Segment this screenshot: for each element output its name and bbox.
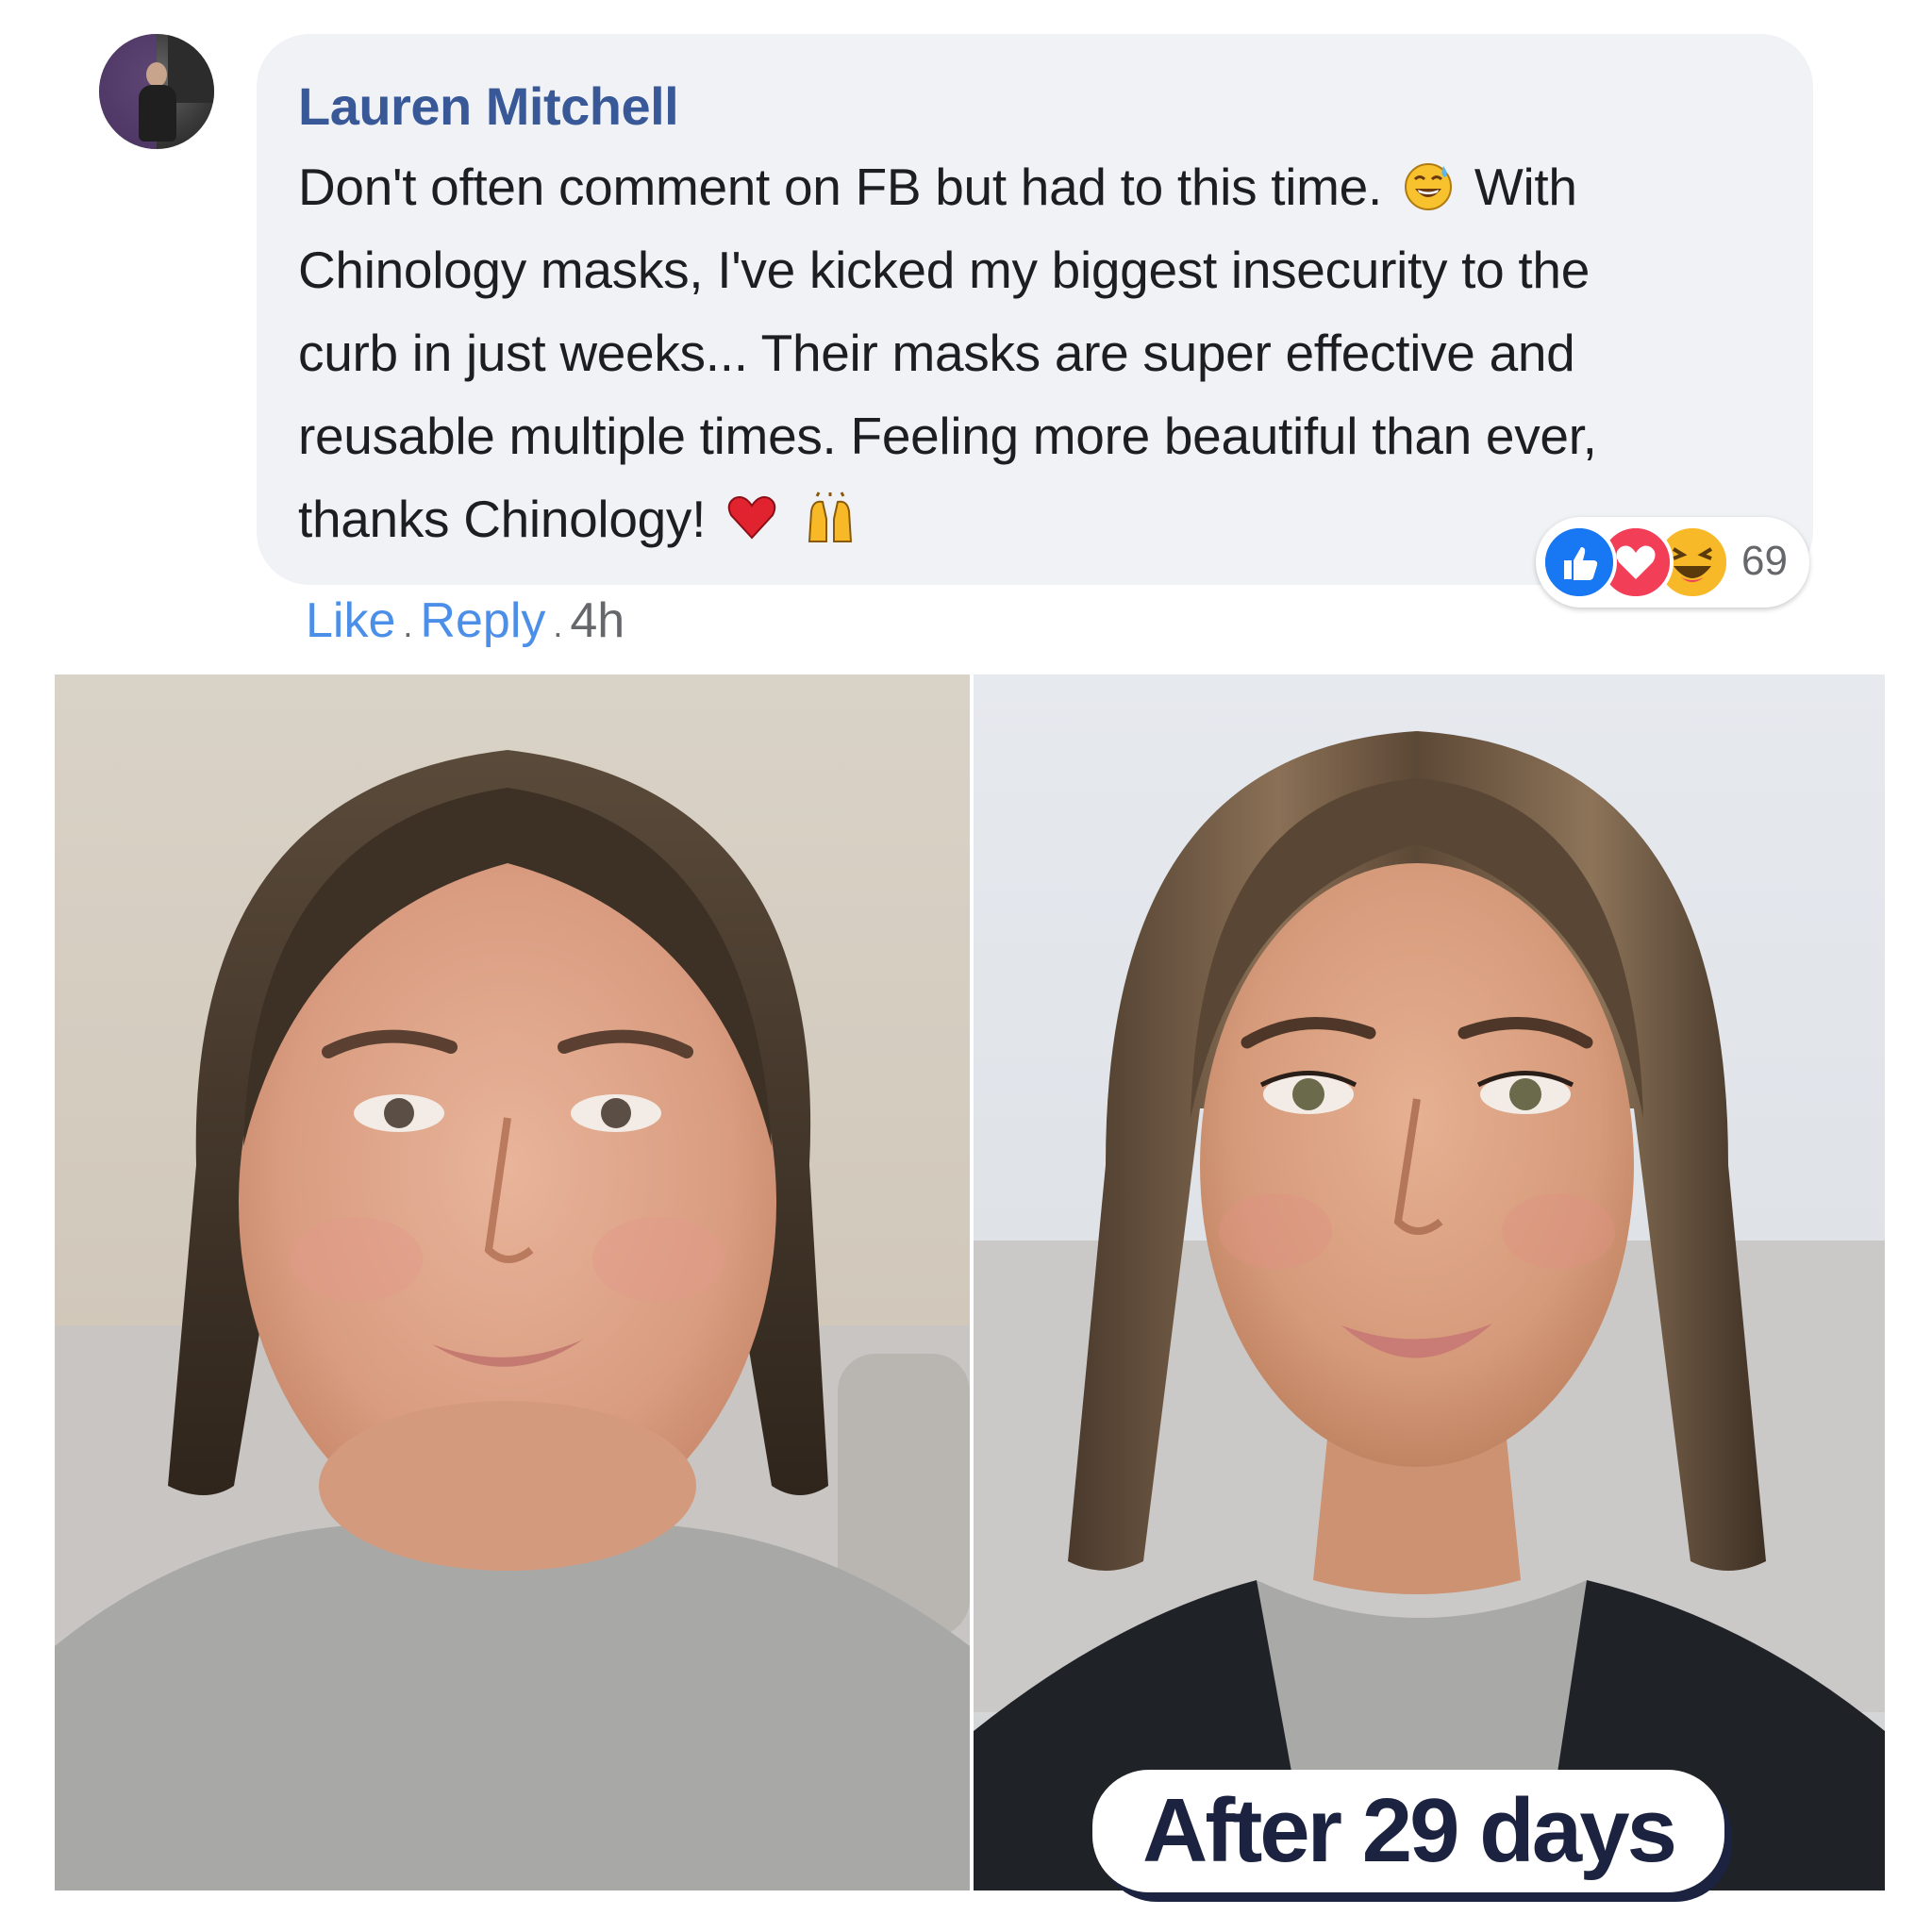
comment-screenshot: Lauren Mitchell Don't often comment on F… (0, 0, 1932, 1932)
avatar[interactable] (99, 34, 214, 149)
comment-line-4: reusable multiple times. Feeling more be… (298, 407, 1597, 465)
avatar-body (139, 85, 176, 142)
red-heart-icon (727, 496, 776, 540)
after-photo[interactable] (974, 675, 1885, 1890)
raising-hands-icon (808, 491, 853, 543)
comment-author[interactable]: Lauren Mitchell (298, 75, 679, 137)
comment-actions: Like. Reply. 4h (306, 592, 625, 649)
comment-line-3: curb in just weeks... Their masks are su… (298, 324, 1575, 382)
comment-line-5: thanks Chinology! (298, 490, 707, 548)
comment-line-2: Chinology masks, I've kicked my biggest … (298, 241, 1590, 299)
comment-line-1: Don't often comment on FB but had to thi… (298, 158, 1382, 216)
reply-link[interactable]: Reply (420, 593, 545, 648)
avatar-head (146, 62, 167, 87)
comment-line-1b: With (1474, 158, 1577, 216)
after-days-badge: After 29 days (1092, 1770, 1724, 1892)
before-photo-illustration (55, 675, 970, 1890)
reactions-summary[interactable]: 69 (1536, 517, 1809, 608)
reaction-count: 69 (1741, 538, 1788, 584)
before-photo[interactable] (55, 675, 970, 1890)
comment-text: Don't often comment on FB but had to thi… (298, 145, 1807, 560)
like-icon (1541, 525, 1617, 600)
after-photo-illustration (974, 675, 1885, 1890)
separator-dot: . (403, 606, 413, 644)
comment-timestamp[interactable]: 4h (570, 593, 625, 648)
grinning-sweat-icon (1404, 163, 1452, 211)
comment-bubble: Lauren Mitchell Don't often comment on F… (257, 34, 1813, 585)
separator-dot: . (553, 606, 563, 644)
like-link[interactable]: Like (306, 593, 395, 648)
after-days-label: After 29 days (1142, 1780, 1677, 1881)
